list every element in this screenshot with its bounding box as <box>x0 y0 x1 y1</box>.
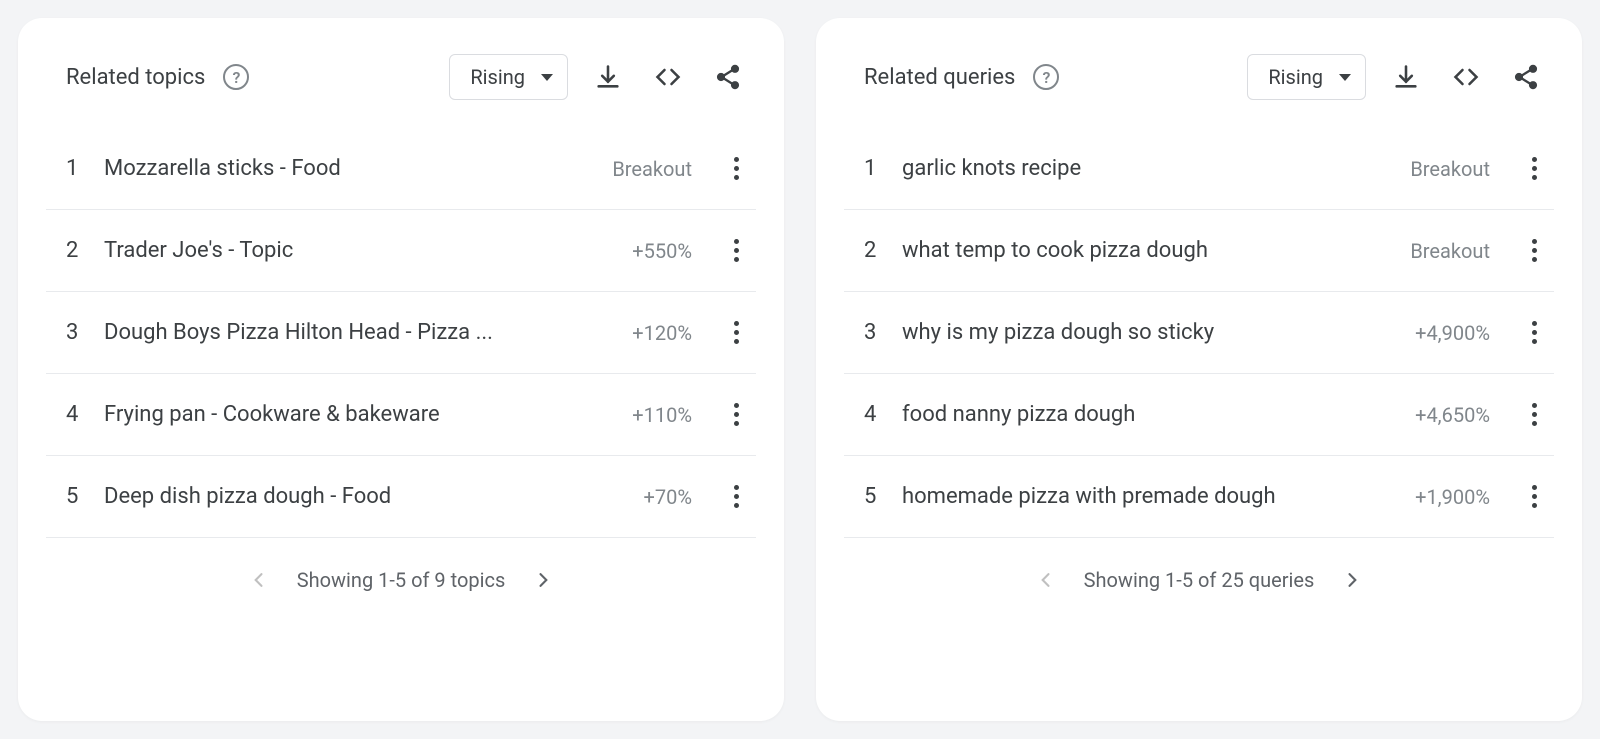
more-icon[interactable] <box>724 403 748 427</box>
pagination: Showing 1-5 of 9 topics <box>18 538 784 628</box>
list-item: 5 homemade pizza with premade dough +1,9… <box>844 456 1554 538</box>
rank: 3 <box>66 320 84 345</box>
rank: 2 <box>66 238 84 263</box>
list-item: 4 Frying pan - Cookware & bakeware +110% <box>46 374 756 456</box>
item-value: Breakout <box>1410 239 1490 263</box>
item-value: +4,900% <box>1415 321 1490 345</box>
more-icon[interactable] <box>1522 321 1546 345</box>
item-value: +110% <box>632 403 692 427</box>
card-header: Related queries ? Rising <box>816 38 1582 128</box>
related-queries-card: Related queries ? Rising 1 garlic knots … <box>816 18 1582 721</box>
item-label[interactable]: Deep dish pizza dough - Food <box>104 484 624 509</box>
topics-list: 1 Mozzarella sticks - Food Breakout 2 Tr… <box>18 128 784 538</box>
list-item: 3 Dough Boys Pizza Hilton Head - Pizza .… <box>46 292 756 374</box>
rank: 1 <box>66 156 84 181</box>
item-label[interactable]: food nanny pizza dough <box>902 402 1395 427</box>
prev-page-button[interactable] <box>1036 570 1056 590</box>
next-page-button[interactable] <box>533 570 553 590</box>
help-icon[interactable]: ? <box>1033 64 1059 90</box>
list-item: 3 why is my pizza dough so sticky +4,900… <box>844 292 1554 374</box>
more-icon[interactable] <box>1522 239 1546 263</box>
item-label[interactable]: garlic knots recipe <box>902 156 1390 181</box>
sort-dropdown[interactable]: Rising <box>1247 54 1366 100</box>
prev-page-button[interactable] <box>249 570 269 590</box>
item-label[interactable]: Mozzarella sticks - Food <box>104 156 592 181</box>
rank: 3 <box>864 320 882 345</box>
item-label[interactable]: homemade pizza with premade dough <box>902 484 1395 509</box>
more-icon[interactable] <box>724 485 748 509</box>
item-label[interactable]: Trader Joe's - Topic <box>104 238 612 263</box>
share-icon[interactable] <box>708 57 748 97</box>
pagination-text: Showing 1-5 of 25 queries <box>1084 568 1315 592</box>
related-topics-card: Related topics ? Rising 1 Mozzarella sti… <box>18 18 784 721</box>
rank: 4 <box>864 402 882 427</box>
more-icon[interactable] <box>724 239 748 263</box>
item-value: +550% <box>632 239 692 263</box>
card-title: Related topics <box>66 65 205 90</box>
list-item: 1 garlic knots recipe Breakout <box>844 128 1554 210</box>
embed-icon[interactable] <box>1446 57 1486 97</box>
item-label[interactable]: Frying pan - Cookware & bakeware <box>104 402 612 427</box>
item-label[interactable]: Dough Boys Pizza Hilton Head - Pizza ... <box>104 320 612 345</box>
more-icon[interactable] <box>1522 157 1546 181</box>
list-item: 4 food nanny pizza dough +4,650% <box>844 374 1554 456</box>
rank: 2 <box>864 238 882 263</box>
download-icon[interactable] <box>1386 57 1426 97</box>
pagination: Showing 1-5 of 25 queries <box>816 538 1582 628</box>
rank: 4 <box>66 402 84 427</box>
list-item: 1 Mozzarella sticks - Food Breakout <box>46 128 756 210</box>
embed-icon[interactable] <box>648 57 688 97</box>
more-icon[interactable] <box>724 157 748 181</box>
rank: 1 <box>864 156 882 181</box>
item-value: Breakout <box>612 157 692 181</box>
item-value: +1,900% <box>1415 485 1490 509</box>
item-value: +70% <box>644 485 692 509</box>
download-icon[interactable] <box>588 57 628 97</box>
next-page-button[interactable] <box>1342 570 1362 590</box>
list-item: 2 Trader Joe's - Topic +550% <box>46 210 756 292</box>
sort-dropdown[interactable]: Rising <box>449 54 568 100</box>
more-icon[interactable] <box>1522 403 1546 427</box>
share-icon[interactable] <box>1506 57 1546 97</box>
chevron-down-icon <box>1339 74 1351 81</box>
card-header: Related topics ? Rising <box>18 38 784 128</box>
list-item: 2 what temp to cook pizza dough Breakout <box>844 210 1554 292</box>
more-icon[interactable] <box>724 321 748 345</box>
dropdown-label: Rising <box>1268 65 1323 89</box>
item-value: +4,650% <box>1415 403 1490 427</box>
card-title: Related queries <box>864 65 1015 90</box>
item-value: Breakout <box>1410 157 1490 181</box>
rank: 5 <box>66 484 84 509</box>
list-item: 5 Deep dish pizza dough - Food +70% <box>46 456 756 538</box>
dropdown-label: Rising <box>470 65 525 89</box>
rank: 5 <box>864 484 882 509</box>
help-icon[interactable]: ? <box>223 64 249 90</box>
item-label[interactable]: what temp to cook pizza dough <box>902 238 1390 263</box>
pagination-text: Showing 1-5 of 9 topics <box>297 568 506 592</box>
more-icon[interactable] <box>1522 485 1546 509</box>
queries-list: 1 garlic knots recipe Breakout 2 what te… <box>816 128 1582 538</box>
chevron-down-icon <box>541 74 553 81</box>
item-label[interactable]: why is my pizza dough so sticky <box>902 320 1395 345</box>
item-value: +120% <box>632 321 692 345</box>
